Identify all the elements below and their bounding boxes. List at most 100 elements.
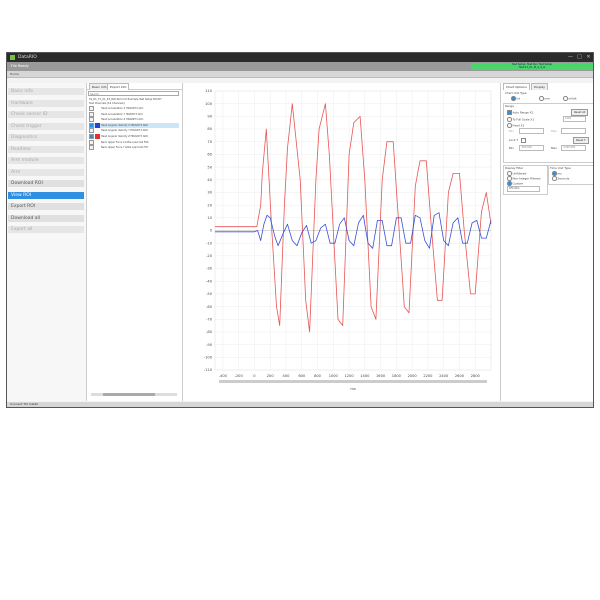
series-color-swatch <box>95 140 100 145</box>
checkbox-icon <box>507 110 512 115</box>
line-chart[interactable]: -400 -200 0 200 400 600 800 1000 1200 1400 1600 180… <box>183 83 501 401</box>
close-button[interactable]: ✕ <box>585 54 592 60</box>
checkbox-icon[interactable] <box>89 122 94 128</box>
time-unit-ms[interactable]: ms <box>552 171 562 176</box>
channel-label: Head Acceleration X HDAXR73 ACC <box>101 107 144 110</box>
nav-item-9[interactable]: View ROI <box>8 191 84 199</box>
series-color-swatch <box>95 106 100 111</box>
nav-item-2[interactable]: Check sensor ID <box>8 111 84 118</box>
range-max-input[interactable] <box>561 128 586 134</box>
checkbox-icon[interactable] <box>89 111 94 117</box>
scrollbar-thumb[interactable] <box>103 393 155 396</box>
left-nav: Basic info Hardware Check sensor ID Check t… <box>7 83 87 401</box>
unit-radio-mvolt[interactable]: mVolt <box>563 96 577 101</box>
checkbox-icon[interactable] <box>89 134 94 139</box>
channel-label: Head Angular Velocity Z HDAVR73 ARO <box>101 135 148 138</box>
title-bar: DataRIO — □ ✕ <box>7 53 593 62</box>
x-tick-label: 1800 <box>392 374 402 378</box>
chevron-down-icon: ▾ <box>518 187 520 190</box>
chart-area[interactable]: -400 -200 0 200 400 600 800 1000 1200 1400 1600 180… <box>183 83 501 401</box>
reset-t-button[interactable]: Reset T <box>573 137 589 144</box>
tab-display[interactable]: Display <box>531 83 549 90</box>
nav-item-7[interactable]: Arm <box>8 168 84 176</box>
filter-custom[interactable]: Custom <box>507 181 523 186</box>
toolbar-home-tab[interactable]: Home <box>10 72 19 76</box>
test-status-line2: Test 01_01_M_A_S_R <box>518 66 546 70</box>
channel-tree-panel: Basic Info Export Info Search 01_R1_T1_0… <box>87 83 183 401</box>
full-scale-input[interactable]: 1000 <box>563 116 586 122</box>
x-tick-label: 2000 <box>408 374 418 378</box>
checkbox-icon[interactable] <box>89 145 94 151</box>
nav-item-10[interactable]: Export ROI <box>8 203 84 210</box>
nav-item-1[interactable]: Hardware <box>8 99 84 107</box>
filter-unfiltered[interactable]: Unfiltered <box>507 171 526 176</box>
channel-row[interactable]: Head Angular Velocity X HDAVR73 ARO <box>89 122 179 128</box>
radio-icon <box>507 181 512 186</box>
checkbox-icon[interactable] <box>89 117 94 123</box>
unit-radio-mm[interactable]: mm <box>539 96 550 101</box>
t-max-label: Max <box>551 146 557 150</box>
channel-row[interactable]: Head Acceleration X HDAXR73 ACC <box>89 106 179 111</box>
checkbox-icon[interactable] <box>89 106 94 111</box>
unit-radio-int[interactable]: Int <box>511 96 520 101</box>
channel-label: Neck Upper Force X Little Load Cell FOX <box>101 140 149 144</box>
y-tick-label: 0 <box>210 229 213 233</box>
tree-channels-group[interactable]: Test Channels [16 Channels] <box>89 102 125 105</box>
checkbox-icon[interactable] <box>89 128 94 134</box>
reset-all-button[interactable]: Reset All <box>571 109 589 116</box>
radio-icon <box>507 123 512 128</box>
x-tick-label: 1400 <box>360 374 370 378</box>
channel-row[interactable]: Head Angular Velocity Z HDAVR73 ARO <box>89 134 179 139</box>
t-min-label: Min <box>509 146 514 150</box>
filter-select[interactable]: CFC 60 ▾ <box>507 186 540 192</box>
channel-row[interactable]: Head Acceleration Z HDAZR73 ACC <box>89 117 179 123</box>
auto-range-checkbox[interactable]: Auto Range X1 <box>507 110 533 115</box>
tab-chart-options[interactable]: Chart Options <box>503 83 530 90</box>
radio-icon <box>552 171 557 176</box>
nav-item-11[interactable]: Download all <box>8 214 84 222</box>
nav-item-5[interactable]: Realtime <box>8 145 84 153</box>
y-tick-label: -80 <box>206 330 213 334</box>
x-tick-label: 2600 <box>455 374 465 378</box>
test-status-badge: Test Setup: Test Run Test Setup Test 01_… <box>471 63 593 70</box>
unit-type-title: Chart Unit Type <box>505 91 527 95</box>
full-scale-radio[interactable]: To Full Scale X1 <box>507 117 534 122</box>
channel-row[interactable]: Head Acceleration Y HDAYR73 ACC <box>89 111 179 117</box>
nav-item-12[interactable]: Export all <box>8 226 84 233</box>
nav-item-0[interactable]: Basic info <box>8 88 84 95</box>
x-scrollbar <box>219 380 487 383</box>
radio-icon <box>507 176 512 181</box>
range-min-input[interactable] <box>519 128 544 134</box>
nav-item-4[interactable]: Diagnostics <box>8 134 84 141</box>
channel-row[interactable]: Head Angular Velocity Y HDAVR73 ARO <box>89 128 179 134</box>
filter-non-integer[interactable]: Non-Integer Filtered <box>507 176 540 181</box>
x-tick-label: 1600 <box>376 374 386 378</box>
channel-row[interactable]: Neck Upper Force Y Little Load Cell FOY <box>89 145 179 151</box>
y-tick-label: 50 <box>207 165 212 169</box>
x-tick-label: 400 <box>283 374 291 378</box>
nav-item-6[interactable]: Arm module <box>8 157 84 164</box>
nav-item-8[interactable]: Download ROI <box>8 180 84 187</box>
range-min-label: Min <box>509 129 514 133</box>
x-tick-label: 2400 <box>439 374 449 378</box>
fixed-x-radio[interactable]: Fixed X1 <box>507 123 524 128</box>
minimize-button[interactable]: — <box>567 54 574 60</box>
tree-horizontal-scrollbar[interactable] <box>91 393 177 396</box>
bottom-status-bar: Connect TCI Install <box>7 402 593 407</box>
radio-icon <box>507 117 512 122</box>
time-unit-seconds[interactable]: Seconds <box>552 176 569 181</box>
lock-t-checkbox[interactable] <box>521 138 526 143</box>
tab-export-info[interactable]: Export Info <box>107 83 130 90</box>
maximize-button[interactable]: □ <box>576 54 583 60</box>
checkbox-icon[interactable] <box>89 139 94 145</box>
channel-row[interactable]: Neck Upper Force X Little Load Cell FOX <box>89 139 179 145</box>
x-tick-label: -400 <box>219 374 228 378</box>
nav-item-3[interactable]: Check trigger <box>8 122 84 130</box>
tree-root-label[interactable]: 01_R1_T1_01_R1_ROI Period 0 Example Test… <box>89 98 162 101</box>
t-max-input[interactable]: 3,000.000 <box>561 145 586 151</box>
search-input[interactable]: Search <box>88 91 179 96</box>
toolbar: Home <box>7 71 593 78</box>
y-tick-label: -70 <box>206 317 213 321</box>
t-min-input[interactable]: -500.000 <box>519 145 544 151</box>
range-max-label: Max <box>551 129 557 133</box>
